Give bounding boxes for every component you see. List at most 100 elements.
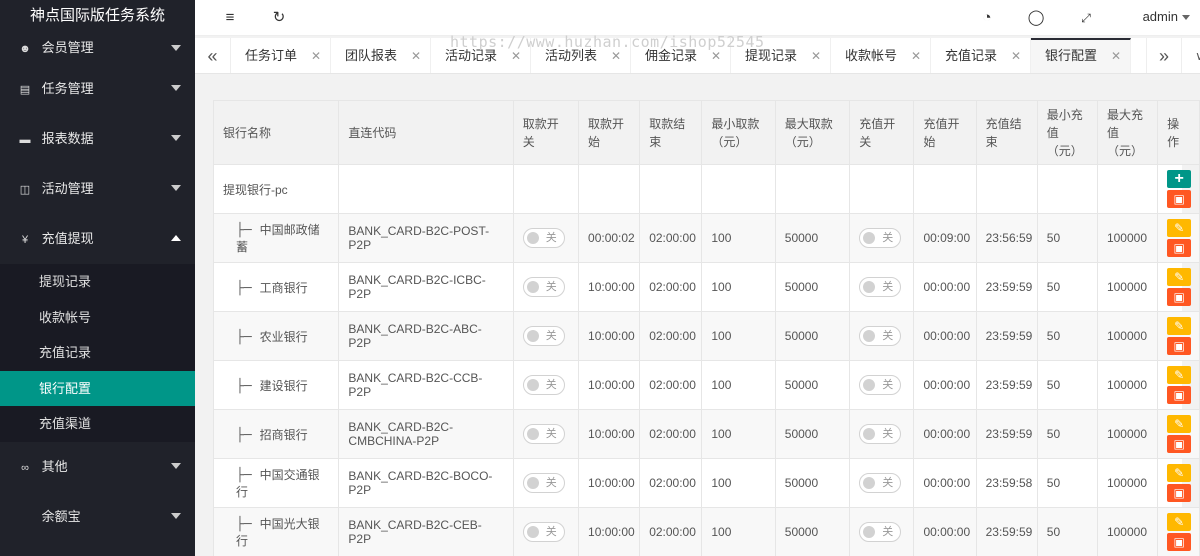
toggle-knob (863, 379, 876, 391)
edit-button[interactable]: ✎ (1167, 219, 1192, 237)
refresh-icon[interactable]: ↻ (269, 8, 289, 28)
deposit-toggle[interactable]: 关 (859, 424, 902, 444)
tab-activity-list[interactable]: 活动列表 ✕ (531, 38, 631, 73)
sidebar-item-label: 余额宝 (41, 508, 81, 524)
close-icon[interactable]: ✕ (1111, 40, 1121, 72)
withdraw-switch-cell: 关 (512, 507, 580, 556)
delete-button[interactable]: ▣ (1167, 533, 1192, 551)
close-icon[interactable]: ✕ (911, 38, 921, 73)
deposit-max: 100000 (1096, 458, 1159, 508)
deposit-start: 00:00:00 (913, 262, 977, 312)
edit-button[interactable]: ✎ (1167, 513, 1192, 531)
close-icon[interactable]: ✕ (511, 38, 521, 73)
withdraw-toggle[interactable]: 关 (522, 473, 565, 493)
delete-button[interactable]: ▣ (1167, 435, 1192, 453)
tag-icon[interactable]: ◯ (1026, 8, 1046, 28)
withdraw-max: 50000 (774, 409, 851, 459)
edit-button[interactable]: ✎ (1167, 415, 1192, 433)
deposit-switch-cell: 关 (849, 507, 915, 556)
sidebar-item-yuebao[interactable]: 余额宝 (0, 492, 195, 542)
add-button[interactable]: + (1167, 170, 1192, 188)
tabs-menu-icon[interactable]: ∨ (1182, 38, 1200, 73)
withdraw-toggle[interactable]: 关 (522, 326, 565, 346)
col-withdraw-end: 取款结束 (639, 100, 703, 165)
delete-button[interactable]: ▣ (1167, 288, 1192, 306)
withdraw-toggle[interactable]: 关 (522, 228, 565, 248)
deposit-end: 23:59:59 (975, 409, 1038, 459)
deposit-max: 100000 (1096, 213, 1159, 263)
tabs-next-icon[interactable]: » (1146, 38, 1182, 73)
sidebar-item-reports[interactable]: ▬ 报表数据 (0, 114, 195, 164)
bank-name-cell: ├─ 工商银行 (212, 262, 340, 312)
close-icon[interactable]: ✕ (311, 38, 321, 73)
tab-withdraw-records[interactable]: 提现记录 ✕ (731, 38, 831, 73)
edit-button[interactable]: ✎ (1167, 268, 1192, 286)
toggle-label: 关 (545, 526, 557, 538)
deposit-start: 00:00:00 (913, 360, 977, 410)
withdraw-toggle[interactable]: 关 (522, 277, 565, 297)
tab-label: 活动列表 (545, 48, 598, 63)
delete-button[interactable]: ▣ (1167, 239, 1192, 257)
edit-button[interactable]: ✎ (1167, 464, 1192, 482)
delete-button[interactable]: ▣ (1167, 386, 1192, 404)
sidebar-item-other[interactable]: ∞ 其他 (0, 442, 195, 492)
sidebar-item-tasks[interactable]: ▤ 任务管理 (0, 64, 195, 114)
deposit-min: 50 (1036, 213, 1098, 263)
withdraw-toggle[interactable]: 关 (522, 375, 565, 395)
tabs-prev-icon[interactable]: « (195, 38, 231, 73)
chevron-down-icon (171, 135, 181, 141)
chevron-down-icon (171, 512, 181, 519)
tab-label: 充值记录 (945, 48, 998, 63)
deposit-switch-cell: 关 (849, 409, 915, 459)
row-actions: ✎ ▣ (1157, 458, 1200, 508)
delete-button[interactable]: ▣ (1167, 337, 1192, 355)
sidebar-subitem-deposit-records[interactable]: 充值记录 (0, 335, 195, 371)
deposit-toggle[interactable]: 关 (859, 228, 902, 248)
close-icon[interactable]: ✕ (411, 38, 421, 73)
fullscreen-icon[interactable]: ⤢ (1076, 8, 1096, 28)
deposit-toggle[interactable]: 关 (859, 473, 902, 493)
withdraw-end: 02:00:00 (639, 507, 703, 556)
sidebar-subitem-deposit-channels[interactable]: 充值渠道 (0, 406, 195, 442)
menu-fold-icon[interactable]: ≡ (220, 8, 240, 28)
tab-commission-records[interactable]: 佣金记录 ✕ (631, 38, 731, 73)
toggle-knob (526, 281, 539, 293)
table-row: ├─ 中国光大银行 BANK_CARD-B2C-CEB-P2P 关 10:00:0… (212, 507, 1200, 556)
delete-button[interactable]: ▣ (1167, 190, 1192, 208)
toggle-knob (863, 330, 876, 342)
row-actions: ✎ ▣ (1157, 311, 1200, 361)
close-icon[interactable]: ✕ (611, 38, 621, 73)
tab-receiving-accounts[interactable]: 收款帐号 ✕ (831, 38, 931, 73)
tab-team-report[interactable]: 团队报表 ✕ (331, 38, 431, 73)
delete-button[interactable]: ▣ (1167, 484, 1192, 502)
sidebar-item-members[interactable]: ☻ 会员管理 (0, 32, 195, 64)
dashboard-icon[interactable]: ◔ (977, 8, 997, 28)
tree-branch: ├─ (236, 280, 252, 296)
sidebar-subitem-withdraw-records[interactable]: 提现记录 (0, 264, 195, 300)
tab-activity-records[interactable]: 活动记录 ✕ (431, 38, 531, 73)
deposit-toggle[interactable]: 关 (859, 277, 902, 297)
tab-task-orders[interactable]: 任务订单 ✕ (231, 38, 331, 73)
sidebar-subitem-receiving-accounts[interactable]: 收款帐号 (0, 300, 195, 336)
close-icon[interactable]: ✕ (711, 38, 721, 73)
toggle-label: 关 (882, 428, 894, 440)
toggle-label: 关 (545, 379, 557, 391)
sidebar-subitem-bank-config[interactable]: 银行配置 (0, 370, 195, 407)
close-icon[interactable]: ✕ (811, 38, 821, 73)
withdraw-toggle[interactable]: 关 (522, 424, 565, 444)
user-menu[interactable]: admin (1143, 9, 1190, 24)
deposit-toggle[interactable]: 关 (859, 522, 902, 542)
close-icon[interactable]: ✕ (1011, 38, 1021, 73)
deposit-toggle[interactable]: 关 (859, 375, 902, 395)
withdraw-toggle[interactable]: 关 (522, 522, 565, 542)
withdraw-min: 100 (701, 213, 776, 263)
tab-bank-config[interactable]: 银行配置 ✕ (1031, 38, 1131, 73)
withdraw-end: 02:00:00 (639, 311, 703, 361)
sidebar-item-activities[interactable]: ◫ 活动管理 (0, 164, 195, 214)
edit-button[interactable]: ✎ (1167, 366, 1192, 384)
tab-deposit-records[interactable]: 充值记录 ✕ (931, 38, 1031, 73)
deposit-toggle[interactable]: 关 (859, 326, 902, 346)
edit-button[interactable]: ✎ (1167, 317, 1192, 335)
table-body: 提现银行-pc + ▣ ├─ 中国邮政储蓄 BANK_CARD-B2C-POST-… (212, 164, 1200, 556)
sidebar-item-deposit-withdraw[interactable]: ¥ 充值提现 (0, 214, 195, 264)
